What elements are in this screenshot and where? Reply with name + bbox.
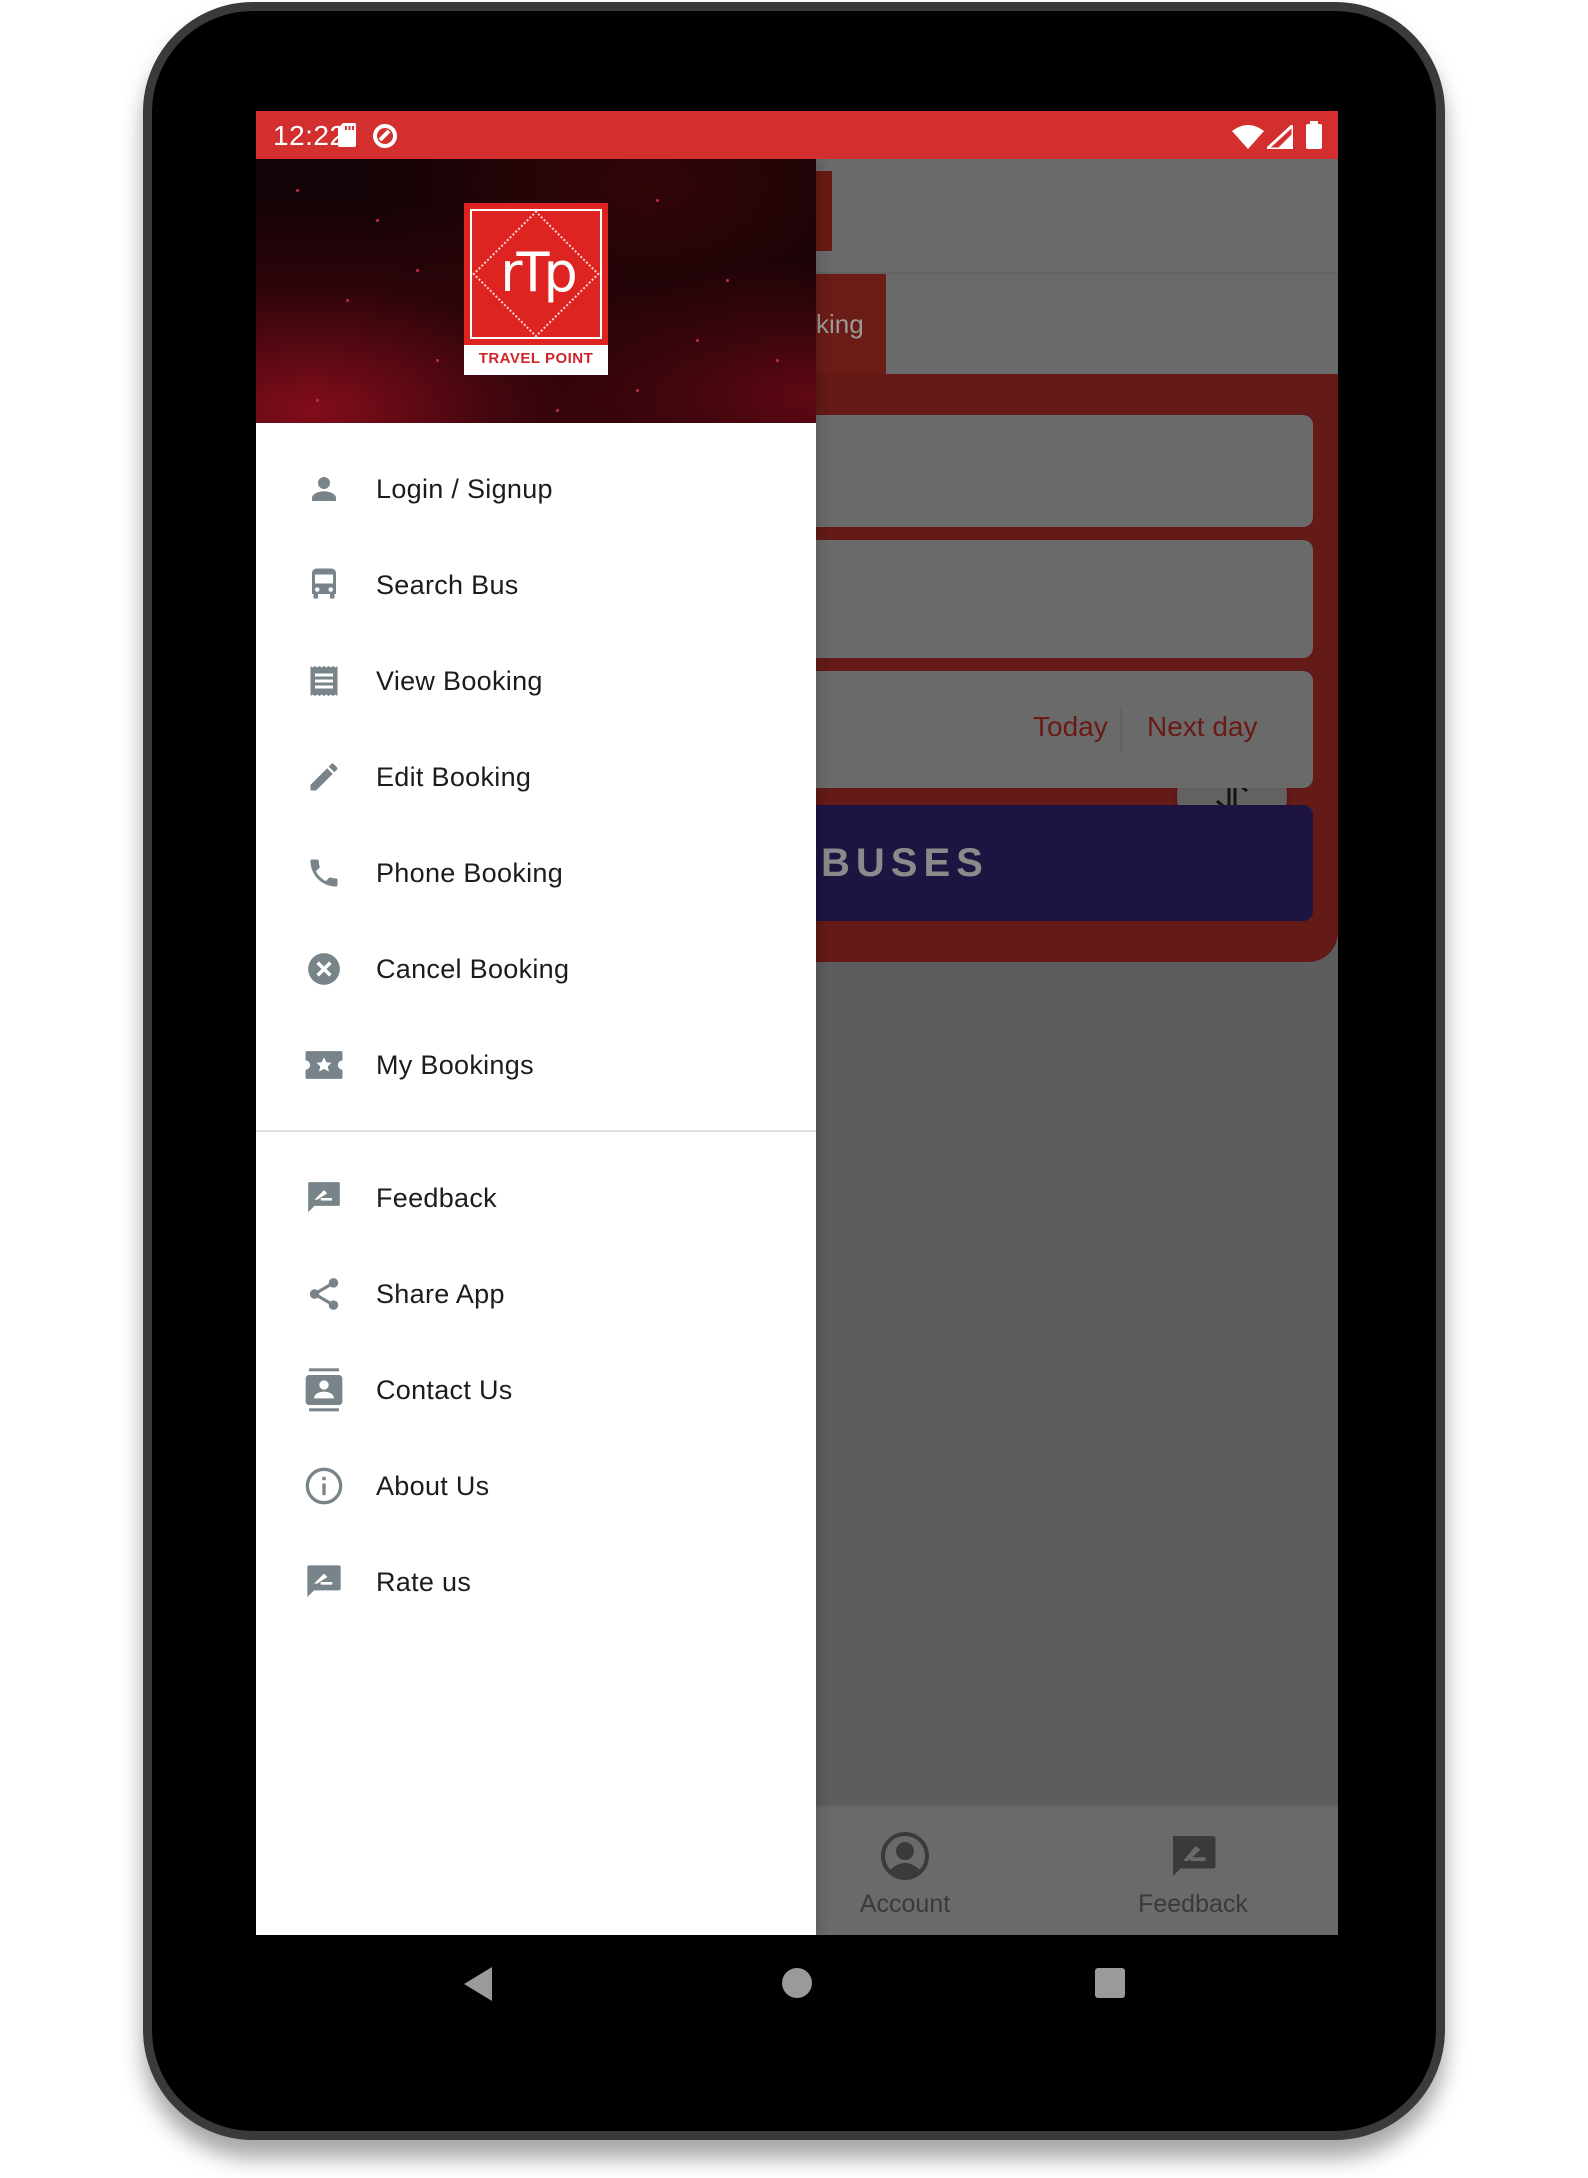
date-today-button[interactable]: Today [1033,711,1108,743]
menu-item-search-bus[interactable]: Search Bus [256,537,816,633]
menu-item-feedback[interactable]: Feedback [256,1150,816,1246]
bottom-nav-account-label: Account [859,1890,951,1918]
menu-item-label: Share App [376,1279,505,1309]
menu-item-label: Edit Booking [376,762,532,792]
menu-item-label: View Booking [376,666,543,696]
drawer-header: rTp TRAVEL POINT [256,159,816,423]
menu-item-my-bookings[interactable]: My Bookings [256,1017,816,1113]
menu-item-label: Cancel Booking [376,954,570,984]
menu-item-rate-us[interactable]: Rate us [256,1534,816,1630]
person-icon [304,471,344,507]
menu-item-label: Search Bus [376,570,519,600]
feedback-icon [304,1180,344,1216]
menu-item-label: Phone Booking [376,858,564,888]
status-bar: 12:22 [256,111,1338,159]
bottom-nav-account[interactable]: Account [815,1831,995,1919]
feedback-icon [1173,1836,1216,1876]
menu-item-contact-us[interactable]: Contact Us [256,1342,816,1438]
ticket-star-icon [304,1047,344,1083]
system-nav-bar [256,1935,1338,2031]
rate-icon [304,1564,344,1600]
menu-item-cancel-booking[interactable]: Cancel Booking [256,921,816,1017]
drawer-secondary-group: Feedback Share App Contact Us About Us R… [256,1150,816,1630]
menu-item-about-us[interactable]: About Us [256,1438,816,1534]
menu-item-label: Feedback [376,1183,497,1213]
menu-item-login-signup[interactable]: Login / Signup [256,441,816,537]
data-saver-icon [372,123,398,154]
travel-point-logo: rTp TRAVEL POINT [464,203,608,375]
logo-label: TRAVEL POINT [478,350,594,367]
menu-item-label: Contact Us [376,1375,513,1405]
menu-item-label: Rate us [376,1567,472,1597]
cancel-icon [304,951,344,987]
cell-signal-icon [1263,121,1295,154]
home-button[interactable] [782,1968,812,1998]
contact-icon [304,1368,344,1412]
wifi-icon [1232,125,1264,154]
menu-item-edit-booking[interactable]: Edit Booking [256,729,816,825]
date-next-day-button[interactable]: Next day [1147,711,1258,743]
info-icon [304,1467,344,1505]
account-circle-icon [881,1832,929,1880]
pencil-icon [304,759,344,795]
menu-item-label: My Bookings [376,1050,534,1080]
drawer-menu: Login / Signup Search Bus View Booking E… [256,423,816,1630]
share-icon [304,1276,344,1312]
navigation-drawer: rTp TRAVEL POINT Login / Signup Search B… [256,159,816,1935]
receipt-icon [304,663,344,699]
date-separator [1120,709,1122,753]
menu-item-share-app[interactable]: Share App [256,1246,816,1342]
logo-monogram: rTp [500,241,577,304]
status-time: 12:22 [273,120,346,151]
menu-item-label: About Us [376,1471,490,1501]
bus-icon [304,567,344,603]
bottom-nav-feedback[interactable]: Feedback [1103,1831,1283,1919]
menu-item-label: Login / Signup [376,474,553,504]
battery-icon [1306,121,1322,154]
bottom-nav-feedback-label: Feedback [1138,1890,1248,1918]
back-button[interactable] [464,1967,494,2006]
drawer-divider [256,1130,816,1132]
tab-booking-label: king [816,309,864,339]
phone-icon [304,855,344,891]
menu-item-phone-booking[interactable]: Phone Booking [256,825,816,921]
menu-item-view-booking[interactable]: View Booking [256,633,816,729]
search-buses-label: BUSES [821,841,989,885]
drawer-primary-group: Login / Signup Search Bus View Booking E… [256,423,816,1113]
screen: 12:22 INT king [256,111,1338,1935]
recents-button[interactable] [1095,1968,1125,1998]
sd-card-icon [338,123,356,152]
